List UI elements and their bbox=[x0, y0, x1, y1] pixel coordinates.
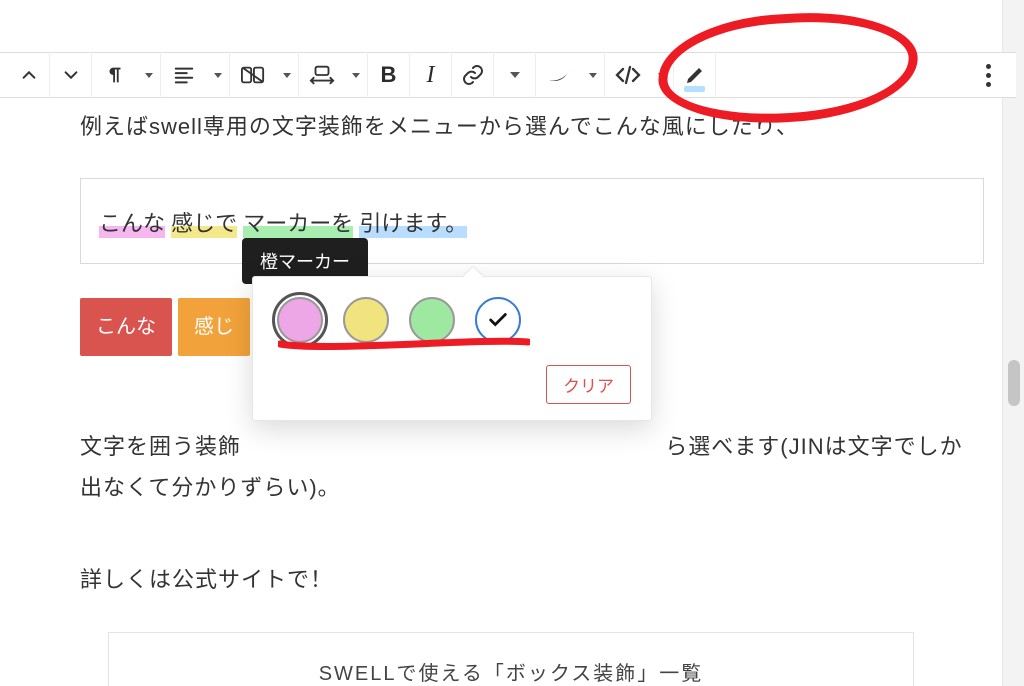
clear-button[interactable]: クリア bbox=[546, 365, 631, 404]
scrollbar-track[interactable] bbox=[1002, 0, 1024, 686]
marker-example-block[interactable]: こんな 感じで マーカーを 引けます。 bbox=[80, 178, 984, 264]
chevron-down-icon bbox=[62, 66, 80, 84]
paragraph-3: 詳しくは公式サイトで！ bbox=[80, 559, 984, 601]
scrollbar-thumb[interactable] bbox=[1008, 360, 1020, 406]
intro-paragraph: 例えばswell専用の文字装飾をメニューから選んでこんな風にしたり、 bbox=[80, 106, 984, 148]
badge-red: こんな bbox=[80, 298, 172, 356]
more-options-button[interactable] bbox=[966, 64, 1010, 87]
marker-popover: クリア bbox=[252, 276, 652, 421]
align-dropdown[interactable] bbox=[161, 52, 230, 98]
columns-dropdown[interactable] bbox=[230, 52, 299, 98]
move-down-button[interactable] bbox=[50, 52, 92, 98]
width-dropdown[interactable] bbox=[299, 52, 368, 98]
marker-text-green: マーカーを bbox=[243, 211, 353, 238]
swatch-custom[interactable] bbox=[475, 297, 521, 343]
marker-text-blue: 引けます。 bbox=[359, 211, 467, 238]
italic-button[interactable]: I bbox=[410, 52, 452, 98]
swoosh-icon bbox=[546, 64, 572, 86]
marker-text-yellow: 感じで bbox=[171, 211, 237, 238]
move-up-button[interactable] bbox=[8, 52, 50, 98]
columns-icon bbox=[241, 64, 265, 86]
chevron-up-icon bbox=[20, 66, 38, 84]
italic-icon: I bbox=[427, 62, 435, 89]
swatch-pink[interactable] bbox=[277, 297, 323, 343]
width-icon bbox=[309, 64, 335, 86]
code-icon bbox=[615, 65, 641, 85]
paragraph-dropdown[interactable] bbox=[92, 52, 161, 98]
swell-style-dropdown[interactable] bbox=[536, 52, 605, 98]
paragraph-2: 文字を囲う装飾 ら選べます(JINは文字でしか出なくて分かりずらい)。 bbox=[80, 426, 984, 510]
link-icon bbox=[461, 63, 485, 87]
code-dropdown[interactable] bbox=[605, 52, 674, 98]
link-button[interactable] bbox=[452, 52, 494, 98]
bottom-card-title: SWELLで使える「ボックス装飾」一覧 bbox=[319, 663, 704, 685]
highlighter-icon bbox=[683, 63, 707, 87]
bold-button[interactable]: B bbox=[368, 52, 410, 98]
badge-orange: 感じ bbox=[178, 298, 250, 356]
marker-text-pink: こんな bbox=[99, 211, 165, 238]
swatch-yellow[interactable] bbox=[343, 297, 389, 343]
pilcrow-icon bbox=[104, 64, 126, 86]
check-icon bbox=[487, 309, 509, 331]
block-toolbar: B I bbox=[0, 52, 1016, 98]
highlighter-button[interactable] bbox=[674, 52, 716, 98]
swatch-green[interactable] bbox=[409, 297, 455, 343]
align-left-icon bbox=[173, 64, 195, 86]
paragraph-2a: 文字を囲う装飾 bbox=[80, 434, 241, 459]
bottom-card[interactable]: SWELLで使える「ボックス装飾」一覧 bbox=[108, 632, 914, 686]
bold-icon: B bbox=[381, 62, 397, 88]
text-more-dropdown[interactable] bbox=[494, 52, 536, 98]
